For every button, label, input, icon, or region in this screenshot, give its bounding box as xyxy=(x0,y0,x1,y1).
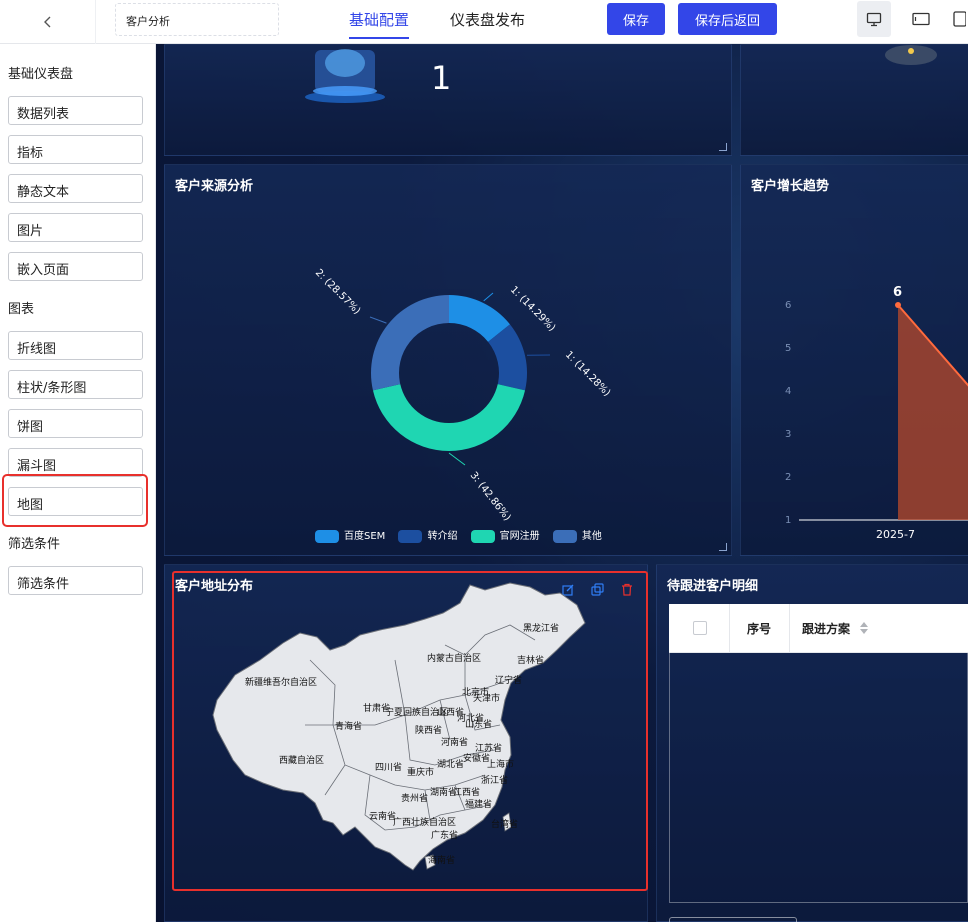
tab-dashboard-publish[interactable]: 仪表盘发布 xyxy=(450,9,525,30)
pie-label-line xyxy=(448,452,466,466)
data-point[interactable] xyxy=(895,302,901,308)
table-pagination[interactable] xyxy=(669,917,797,922)
sidebar-item-metric[interactable]: 指标 xyxy=(8,135,143,164)
legend-label: 百度SEM xyxy=(344,531,386,542)
dashboard-name-input[interactable]: 客户分析 xyxy=(115,3,279,36)
x-tick-label: 2025-7 xyxy=(876,528,915,541)
section-basic-dashboard: 基础仪表盘 xyxy=(8,67,74,82)
sidebar-item-bar-chart[interactable]: 柱状/条形图 xyxy=(8,370,143,399)
growth-trend-panel[interactable]: 客户增长趋势 1 2 3 4 5 6 6 2025-7 xyxy=(740,164,968,556)
legend-swatch xyxy=(315,529,339,543)
legend-label: 其他 xyxy=(581,531,602,542)
legend-swatch xyxy=(552,529,577,543)
sidebar-item-static-text[interactable]: 静态文本 xyxy=(8,174,143,203)
y-tick-label: 3 xyxy=(785,429,791,440)
data-label: 6 xyxy=(893,285,902,300)
legend-label: 转介绍 xyxy=(427,531,458,542)
source-pie-panel[interactable]: 客户来源分析 1: (14.29%) 1: (14.28%) 3: (42.86%)… xyxy=(164,164,732,556)
followup-table-title: 待跟进客户明细 xyxy=(667,579,759,594)
y-tick-label: 1 xyxy=(785,515,791,526)
metric-panel[interactable]: 1 xyxy=(164,44,732,156)
save-button[interactable]: 保存 xyxy=(607,3,665,35)
section-filters: 筛选条件 xyxy=(8,537,61,552)
table-header-row: 序号 跟进方案 xyxy=(669,604,968,653)
resize-handle[interactable] xyxy=(719,543,727,551)
sidebar-item-data-list[interactable]: 数据列表 xyxy=(8,96,143,125)
sidebar-item-filter[interactable]: 筛选条件 xyxy=(8,566,143,595)
tablet-icon xyxy=(912,12,930,26)
y-tick-label: 5 xyxy=(785,343,791,354)
y-tick-label: 6 xyxy=(785,300,791,311)
tab-basic-config[interactable]: 基础配置 xyxy=(349,9,410,39)
tablet-view-button[interactable] xyxy=(904,1,938,37)
pie-data-label: 2: (28.57%) xyxy=(313,267,362,316)
legend-label: 官网注册 xyxy=(499,531,540,542)
pie-legend: 百度SEM 转介绍 官网注册 其他 xyxy=(315,527,612,543)
pie-data-label: 3: (42.86%) xyxy=(468,470,513,523)
desktop-view-button[interactable] xyxy=(857,1,891,37)
legend-item[interactable]: 官网注册 xyxy=(470,529,540,543)
pie-slice[interactable] xyxy=(372,384,526,451)
y-tick-label: 4 xyxy=(785,386,791,397)
column-divider xyxy=(729,604,730,653)
area-fill xyxy=(898,305,968,520)
column-plan-header[interactable]: 跟进方案 xyxy=(802,620,850,637)
sidebar-item-funnel-chart[interactable]: 漏斗图 xyxy=(8,448,143,477)
component-sidebar: 基础仪表盘 数据列表 指标 静态文本 图片 嵌入页面 图表 折线图 柱状/条形图… xyxy=(0,44,156,922)
legend-item[interactable]: 其他 xyxy=(552,529,602,543)
sidebar-item-line-chart[interactable]: 折线图 xyxy=(8,331,143,360)
legend-item[interactable]: 百度SEM xyxy=(315,529,386,543)
sort-icon[interactable] xyxy=(859,621,869,635)
legend-swatch xyxy=(470,529,495,543)
selected-map-outline xyxy=(172,571,648,891)
sidebar-item-image[interactable]: 图片 xyxy=(8,213,143,242)
tech-pedestal-icon xyxy=(305,49,385,103)
y-tick-label: 2 xyxy=(785,472,791,483)
top-bar: 客户分析 基础配置 仪表盘发布 保存 保存后返回 xyxy=(0,0,968,44)
column-index-header: 序号 xyxy=(747,622,772,636)
select-all-checkbox[interactable] xyxy=(693,621,707,635)
legend-swatch xyxy=(398,529,423,543)
resize-handle[interactable] xyxy=(719,143,727,151)
source-pie-chart: 1: (14.29%)1: (14.28%) 3: (42.86%) 2: (28.… xyxy=(313,267,612,523)
sidebar-item-pie-chart[interactable]: 饼图 xyxy=(8,409,143,438)
growth-area-chart: 1 2 3 4 5 6 6 2025-7 xyxy=(785,285,968,541)
mobile-icon xyxy=(953,11,966,27)
section-charts: 图表 xyxy=(8,302,35,317)
sidebar-item-embed-page[interactable]: 嵌入页面 xyxy=(8,252,143,281)
pie-data-label: 1: (14.28%) xyxy=(563,349,612,398)
pie-label-line xyxy=(369,316,387,324)
pie-label-line xyxy=(483,292,494,302)
pie-slice[interactable] xyxy=(371,295,449,391)
back-button[interactable] xyxy=(0,0,96,44)
desktop-icon xyxy=(866,12,882,26)
save-and-return-button[interactable]: 保存后返回 xyxy=(678,3,777,35)
column-divider xyxy=(789,604,790,653)
legend-item[interactable]: 转介绍 xyxy=(398,529,458,543)
back-chevron-icon xyxy=(43,16,50,28)
sidebar-item-map[interactable]: 地图 xyxy=(8,487,143,516)
mobile-view-button[interactable] xyxy=(952,1,968,37)
tech-disc-icon xyxy=(885,45,937,65)
metric-value: 1 xyxy=(431,59,452,97)
table-body xyxy=(669,653,968,903)
pie-data-label: 1: (14.29%) xyxy=(508,284,557,333)
metric-panel-2[interactable] xyxy=(740,44,968,156)
